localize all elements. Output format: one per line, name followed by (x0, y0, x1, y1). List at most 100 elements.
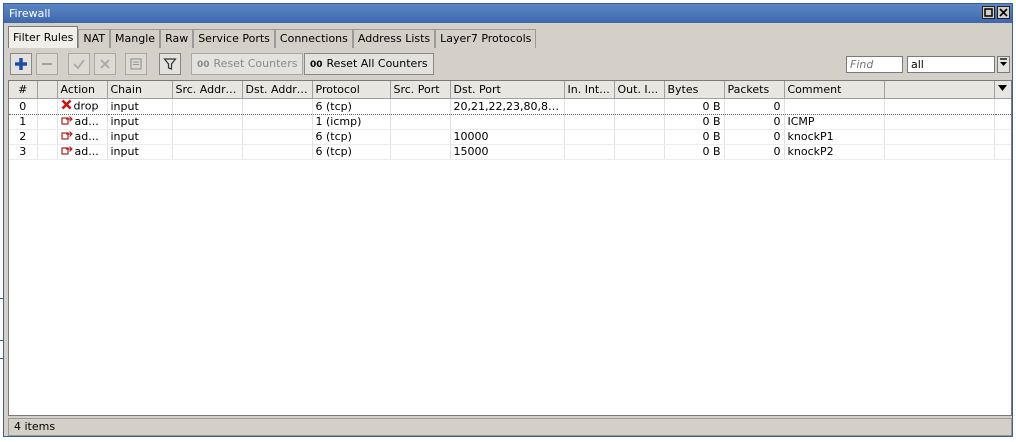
tab-raw[interactable]: Raw (160, 29, 194, 48)
filter-dropdown-button[interactable] (997, 56, 1010, 73)
remove-button[interactable] (36, 53, 58, 75)
action-label: drop (73, 99, 99, 113)
cell-packets: 0 (724, 129, 785, 145)
cell-bytes: 0 B (664, 129, 725, 145)
cell-packets: 0 (724, 98, 785, 115)
action-label: ad... (74, 115, 99, 128)
plus-icon (15, 58, 27, 70)
col-header-comment[interactable]: Comment (784, 81, 885, 99)
tab-filter-rules[interactable]: Filter Rules (8, 26, 79, 48)
chevron-down-icon (998, 85, 1007, 91)
cell-src-address (172, 129, 243, 145)
table-row[interactable]: 3 ad... input 6 (tcp) 15000 0 B 0 knockP… (9, 144, 1011, 160)
cell-flags (37, 144, 58, 160)
window-title: Firewall (9, 7, 51, 20)
close-icon (999, 8, 1008, 17)
cell-src-address (172, 98, 243, 115)
cell-out-interface (614, 98, 665, 115)
cell-flags (37, 114, 58, 130)
col-header-flags[interactable] (37, 81, 58, 99)
cell-chain: input (107, 129, 173, 145)
tab-mangle[interactable]: Mangle (110, 29, 161, 48)
cell-protocol: 1 (icmp) (312, 114, 391, 130)
restore-button[interactable] (982, 6, 995, 19)
reset-counters-label: Reset Counters (213, 57, 298, 70)
enable-button[interactable] (68, 53, 90, 75)
tab-layer7-protocols[interactable]: Layer7 Protocols (435, 29, 537, 48)
cell-action: drop (57, 98, 108, 115)
tab-connections[interactable]: Connections (274, 29, 353, 48)
tab-address-lists[interactable]: Address Lists (352, 29, 436, 48)
cell-out-interface (614, 114, 665, 130)
title-bar[interactable]: Firewall (4, 4, 1012, 23)
cell-dst-address (242, 129, 313, 145)
rules-table: # Action Chain Src. Address Dst. Address… (8, 80, 1012, 416)
restore-icon (984, 8, 993, 17)
cell-chain: input (107, 114, 173, 130)
tab-nat[interactable]: NAT (78, 29, 111, 48)
comment-button[interactable] (125, 53, 147, 75)
col-header-bytes[interactable]: Bytes (664, 81, 725, 99)
table-row[interactable]: 0 drop input 6 (tcp) 20,21,22,23,80,8291… (9, 98, 1011, 115)
status-bar: 4 items (8, 418, 1012, 436)
cell-action: ad... (57, 129, 108, 145)
cell-packets: 0 (724, 114, 785, 130)
col-header-dst-port[interactable]: Dst. Port (450, 81, 565, 99)
add-to-list-icon (60, 130, 73, 144)
cell-protocol: 6 (tcp) (312, 98, 391, 115)
col-header-src-port[interactable]: Src. Port (390, 81, 451, 99)
cell-comment (784, 98, 885, 115)
cell-bytes: 0 B (664, 98, 725, 115)
cell-dst-address (242, 114, 313, 130)
add-to-list-icon (60, 145, 73, 159)
cell-number: 0 (9, 98, 38, 115)
filter-button[interactable] (159, 53, 181, 75)
cell-in-interface (564, 114, 615, 130)
drop-x-icon (61, 99, 72, 114)
counter-glyph: 00 (310, 60, 323, 70)
cell-flags (37, 129, 58, 145)
cell-extra (884, 144, 995, 160)
filter-select[interactable]: all (907, 56, 995, 73)
cell-dst-address (242, 98, 313, 115)
col-header-out-interface[interactable]: Out. I... (614, 81, 665, 99)
reset-all-counters-button[interactable]: 00 Reset All Counters (304, 53, 434, 75)
cell-comment: knockP1 (784, 129, 885, 145)
cell-flags (37, 98, 58, 115)
col-header-in-interface[interactable]: In. Int... (564, 81, 615, 99)
col-header-src-address[interactable]: Src. Address (172, 81, 243, 99)
close-button[interactable] (997, 6, 1010, 19)
col-header-protocol[interactable]: Protocol (312, 81, 391, 99)
comment-icon (130, 58, 142, 70)
tab-service-ports[interactable]: Service Ports (193, 29, 275, 48)
cell-in-interface (564, 98, 615, 115)
cell-packets: 0 (724, 144, 785, 160)
cell-src-port (390, 114, 451, 130)
col-header-number[interactable]: # (9, 81, 38, 99)
col-header-dst-address[interactable]: Dst. Address (242, 81, 313, 99)
cell-action: ad... (57, 144, 108, 160)
cell-extra (884, 114, 995, 130)
reset-counters-button[interactable]: 00 Reset Counters (191, 53, 304, 75)
reset-all-counters-label: Reset All Counters (326, 57, 428, 70)
find-input[interactable] (846, 56, 903, 73)
column-menu-button[interactable] (994, 81, 1011, 99)
item-count: 4 items (14, 420, 56, 433)
col-header-chain[interactable]: Chain (107, 81, 173, 99)
cell-filler (994, 114, 1011, 130)
chevron-down-icon (1000, 58, 1007, 66)
cell-filler (994, 144, 1011, 160)
col-header-action[interactable]: Action (57, 81, 108, 99)
table-row[interactable]: 1 ad... input 1 (icmp) 0 B 0 ICMP (9, 114, 1011, 130)
col-header-packets[interactable]: Packets (724, 81, 785, 99)
cell-filler (994, 98, 1011, 115)
cell-number: 3 (9, 144, 38, 160)
col-header-extra[interactable] (884, 81, 995, 99)
cross-icon (100, 59, 110, 69)
add-button[interactable] (10, 53, 32, 75)
table-row[interactable]: 2 ad... input 6 (tcp) 10000 0 B 0 knockP… (9, 129, 1011, 145)
minus-icon (42, 63, 52, 65)
cell-bytes: 0 B (664, 144, 725, 160)
disable-button[interactable] (94, 53, 116, 75)
firewall-window: Firewall Filter Rules NAT Mangle Raw Ser… (3, 3, 1013, 437)
